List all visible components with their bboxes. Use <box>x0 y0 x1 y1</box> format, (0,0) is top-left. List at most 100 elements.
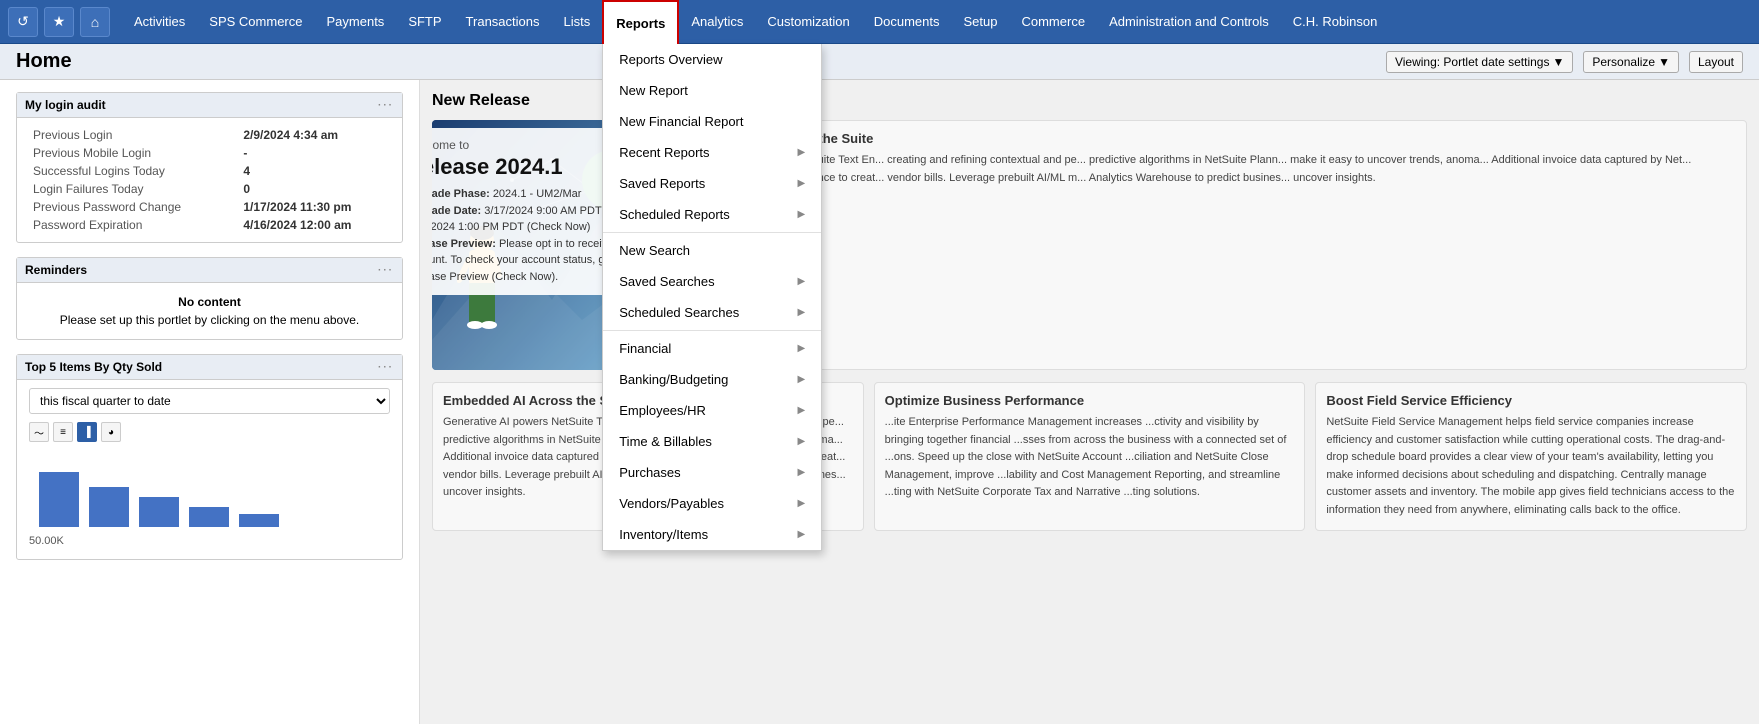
pie-chart-icon: ◕ <box>108 427 114 438</box>
boost-card: Boost Field Service Efficiency NetSuite … <box>1315 382 1747 531</box>
line-chart-button[interactable]: 〜 <box>29 422 49 442</box>
reminders-title: Reminders <box>25 263 87 277</box>
chart-toolbar: 〜 ≡ ▐ ◕ <box>29 422 390 442</box>
portlet-dots: ··· <box>378 265 394 276</box>
viewing-portlet-button[interactable]: Viewing: Portlet date settings ▼ <box>1386 51 1573 73</box>
arrow-icon: ▶ <box>798 374 806 385</box>
top-navigation: ↺ ★ ⌂ Activities SPS Commerce Payments S… <box>0 0 1759 44</box>
viewing-label: Viewing: Portlet date settings <box>1395 55 1550 69</box>
menu-item-purchases[interactable]: Purchases ▶ <box>603 457 821 488</box>
audit-value: 0 <box>239 180 390 198</box>
reminders-header: Reminders ··· <box>17 258 402 283</box>
nav-item-transactions[interactable]: Transactions <box>454 0 552 43</box>
release-preview-label: Release Preview: <box>432 238 496 250</box>
boost-card-title: Boost Field Service Efficiency <box>1326 393 1736 408</box>
menu-item-employees-hr[interactable]: Employees/HR ▶ <box>603 395 821 426</box>
period-dropdown[interactable]: this fiscal quarter to date <box>29 388 390 414</box>
chart-area: 50.00K <box>29 448 390 551</box>
reports-dropdown-menu: Reports Overview New Report New Financia… <box>602 44 822 551</box>
audit-value: - <box>239 144 390 162</box>
upgrade-phase-label: Upgrade Phase: <box>432 188 490 200</box>
menu-item-new-report[interactable]: New Report <box>603 75 821 106</box>
refresh-icon[interactable]: ↺ <box>8 7 38 37</box>
release-info-area: Embedded AI Across the Suite Generative … <box>674 120 1747 370</box>
nav-item-customization[interactable]: Customization <box>755 0 861 43</box>
arrow-icon: ▶ <box>798 276 806 287</box>
boost-card-text: NetSuite Field Service Management helps … <box>1326 414 1736 520</box>
menu-item-time-billables[interactable]: Time & Billables ▶ <box>603 426 821 457</box>
menu-item-saved-reports[interactable]: Saved Reports ▶ <box>603 168 821 199</box>
nav-item-reports[interactable]: Reports <box>602 0 679 44</box>
table-row: Login Failures Today 0 <box>29 180 390 198</box>
dropdown-divider-2 <box>603 330 821 331</box>
nav-item-lists[interactable]: Lists <box>551 0 602 43</box>
nav-item-sps-commerce[interactable]: SPS Commerce <box>197 0 314 43</box>
audit-label: Previous Password Change <box>29 198 239 216</box>
table-row: Password Expiration 4/16/2024 12:00 am <box>29 216 390 234</box>
home-icon[interactable]: ⌂ <box>80 7 110 37</box>
audit-value: 4 <box>239 162 390 180</box>
arrow-icon: ▶ <box>798 147 806 158</box>
menu-item-saved-searches[interactable]: Saved Searches ▶ <box>603 266 821 297</box>
optimize-card-title: Optimize Business Performance <box>885 393 1295 408</box>
arrow-icon: ▶ <box>798 405 806 416</box>
optimize-card: Optimize Business Performance ...ite Ent… <box>874 382 1306 531</box>
menu-item-scheduled-searches[interactable]: Scheduled Searches ▶ <box>603 297 821 328</box>
arrow-icon: ▶ <box>798 498 806 509</box>
audit-label: Previous Mobile Login <box>29 144 239 162</box>
nav-item-analytics[interactable]: Analytics <box>679 0 755 43</box>
menu-item-recent-reports[interactable]: Recent Reports ▶ <box>603 137 821 168</box>
embedded-ai-text: Generative AI powers NetSuite Text En...… <box>685 152 1736 187</box>
menu-item-inventory-items[interactable]: Inventory/Items ▶ <box>603 519 821 550</box>
nav-item-documents[interactable]: Documents <box>862 0 952 43</box>
audit-value: 1/17/2024 11:30 pm <box>239 198 390 216</box>
header-controls: Viewing: Portlet date settings ▼ Persona… <box>1386 51 1743 73</box>
menu-item-vendors-payables[interactable]: Vendors/Payables ▶ <box>603 488 821 519</box>
login-audit-title: My login audit <box>25 98 106 112</box>
nav-item-activities[interactable]: Activities <box>122 0 197 43</box>
personalize-button[interactable]: Personalize ▼ <box>1583 51 1679 73</box>
portlet-dots: ··· <box>378 362 394 373</box>
filter-button[interactable]: ≡ <box>53 422 73 442</box>
arrow-icon: ▶ <box>798 529 806 540</box>
nav-item-administration[interactable]: Administration and Controls <box>1097 0 1281 43</box>
star-icon[interactable]: ★ <box>44 7 74 37</box>
menu-item-scheduled-reports[interactable]: Scheduled Reports ▶ <box>603 199 821 230</box>
menu-item-new-financial-report[interactable]: New Financial Report <box>603 106 821 137</box>
menu-item-banking-budgeting[interactable]: Banking/Budgeting ▶ <box>603 364 821 395</box>
bar-chart-button[interactable]: ▐ <box>77 422 97 442</box>
pie-chart-button[interactable]: ◕ <box>101 422 121 442</box>
login-audit-body: Previous Login 2/9/2024 4:34 am Previous… <box>17 118 402 242</box>
menu-item-new-search[interactable]: New Search <box>603 235 821 266</box>
bar-chart-icon: ▐ <box>83 427 90 438</box>
dropdown-divider-1 <box>603 232 821 233</box>
table-row: Previous Password Change 1/17/2024 11:30… <box>29 198 390 216</box>
reminders-message: Please set up this portlet by clicking o… <box>29 313 390 327</box>
nav-item-reports-wrapper: Reports Reports Overview New Report New … <box>602 0 679 43</box>
nav-item-commerce[interactable]: Commerce <box>1009 0 1097 43</box>
personalize-label: Personalize <box>1592 55 1655 69</box>
audit-label: Login Failures Today <box>29 180 239 198</box>
page-title: Home <box>16 50 72 73</box>
dropdown-arrow-icon: ▼ <box>1552 55 1564 69</box>
nav-item-setup[interactable]: Setup <box>952 0 1010 43</box>
upgrade-phase-value: 2024.1 - UM2/Mar <box>493 188 582 200</box>
nav-item-ch-robinson[interactable]: C.H. Robinson <box>1281 0 1390 43</box>
menu-item-reports-overview[interactable]: Reports Overview <box>603 44 821 75</box>
audit-label: Previous Login <box>29 126 239 144</box>
audit-value: 4/16/2024 12:00 am <box>239 216 390 234</box>
nav-item-payments[interactable]: Payments <box>315 0 397 43</box>
line-chart-icon: 〜 <box>34 425 44 440</box>
personalize-arrow-icon: ▼ <box>1658 55 1670 69</box>
top5-portlet: Top 5 Items By Qty Sold ··· this fiscal … <box>16 354 403 560</box>
layout-button[interactable]: Layout <box>1689 51 1743 73</box>
arrow-icon: ▶ <box>798 178 806 189</box>
audit-table: Previous Login 2/9/2024 4:34 am Previous… <box>29 126 390 234</box>
layout-label: Layout <box>1698 55 1734 69</box>
login-audit-portlet: My login audit ··· Previous Login 2/9/20… <box>16 92 403 243</box>
menu-item-financial[interactable]: Financial ▶ <box>603 333 821 364</box>
audit-value: 2/9/2024 4:34 am <box>239 126 390 144</box>
left-panel: My login audit ··· Previous Login 2/9/20… <box>0 80 420 724</box>
nav-item-sftp[interactable]: SFTP <box>396 0 453 43</box>
arrow-icon: ▶ <box>798 307 806 318</box>
